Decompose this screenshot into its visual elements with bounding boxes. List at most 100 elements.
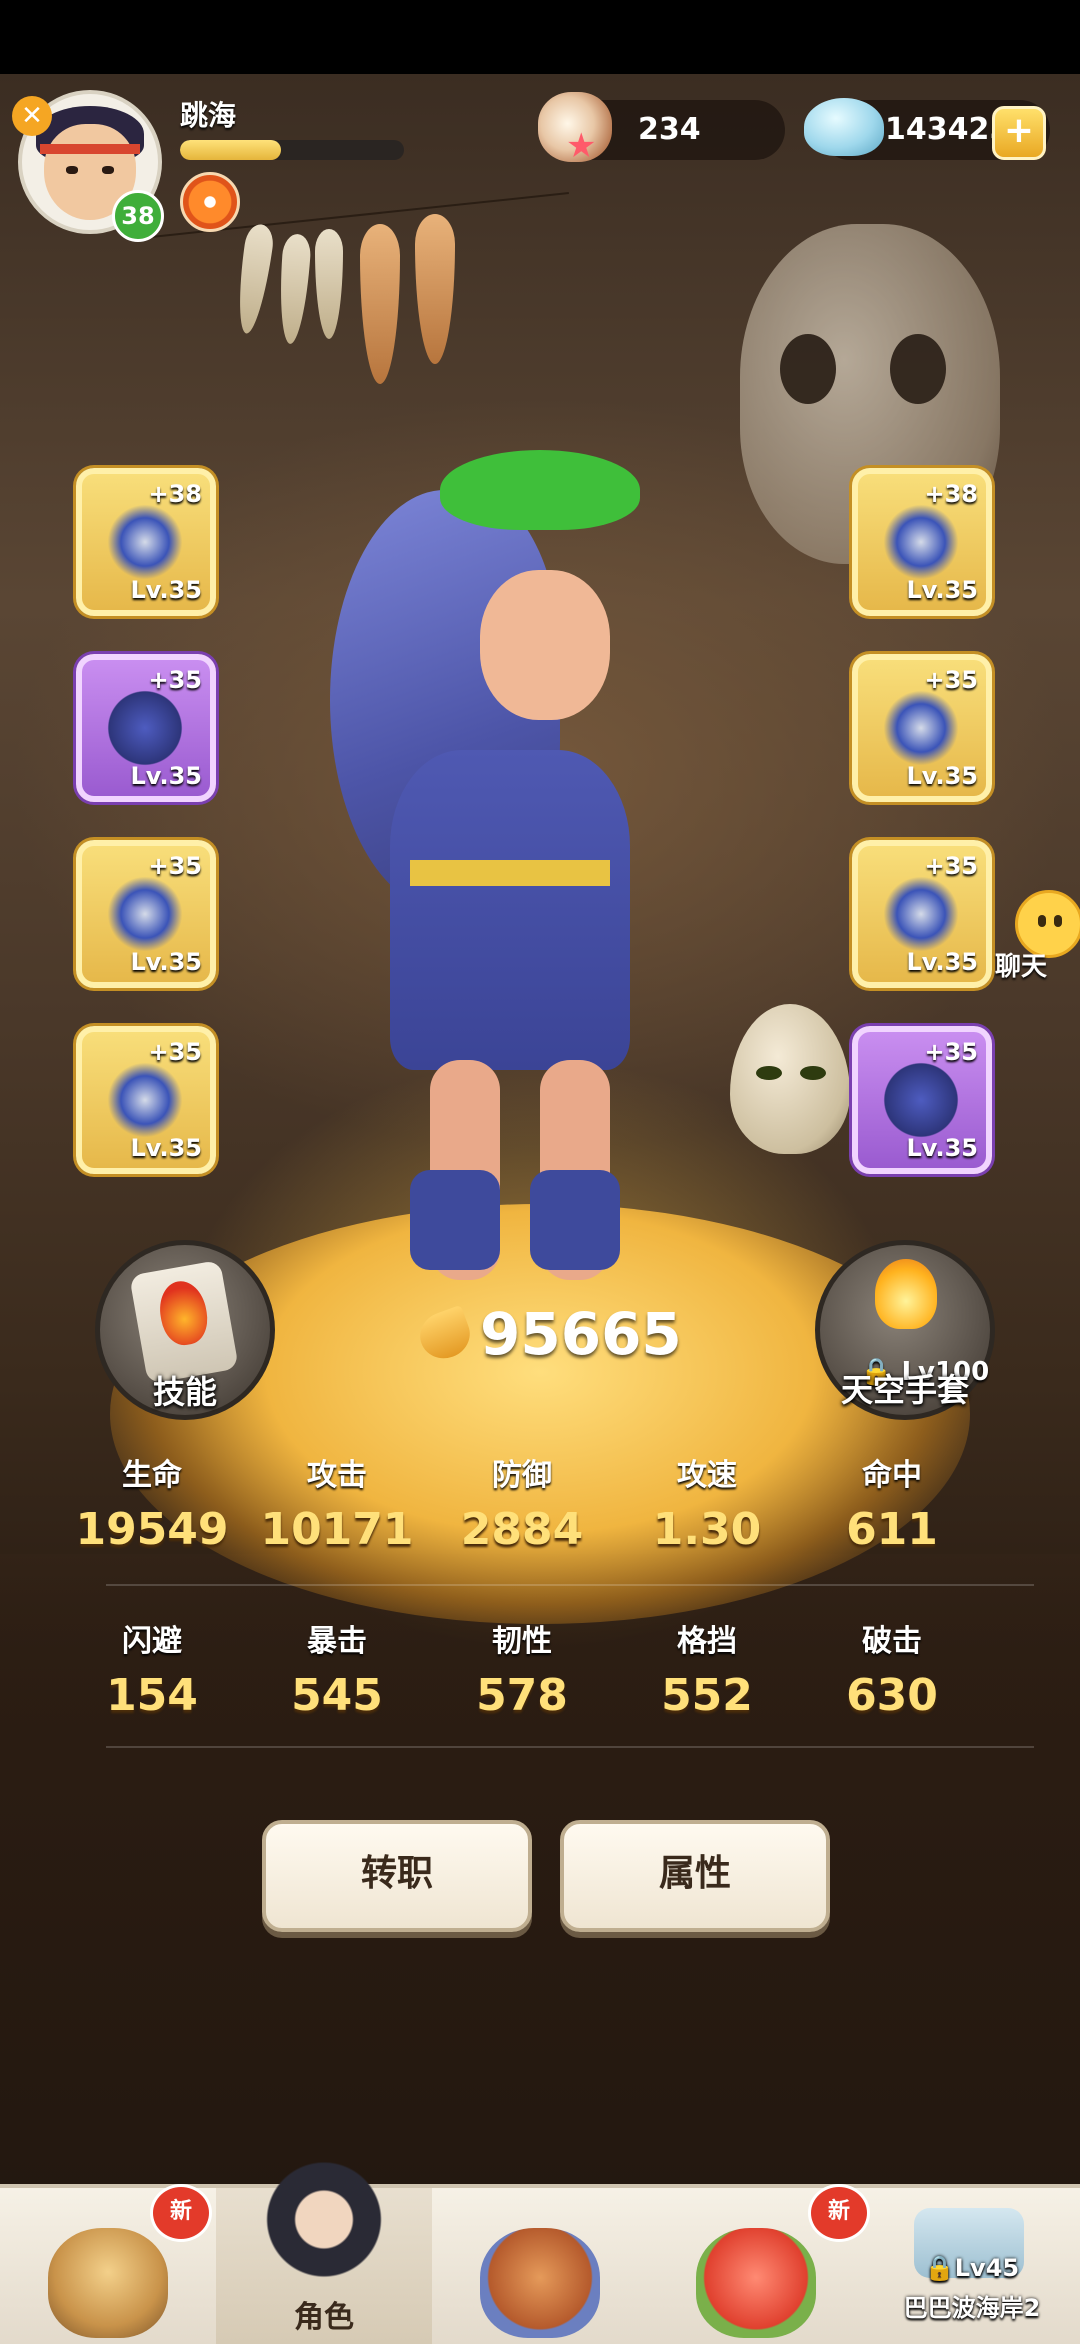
egg-eye [756, 1066, 782, 1080]
stat-label: 格挡 [677, 1624, 737, 1659]
equipment-slot-right-2[interactable]: +35 Lv.35 [852, 654, 992, 802]
leg-guard-icon [876, 874, 966, 954]
chat-label: 聊天 [995, 952, 1048, 982]
nav-locked-label: 巴巴波海岸2 [903, 2294, 1041, 2322]
xp-bar [180, 140, 404, 160]
pearl-currency: ★ 234 [538, 92, 785, 166]
equipment-slot-right-1[interactable]: +38 Lv.35 [852, 468, 992, 616]
hero-character[interactable] [330, 450, 710, 1290]
shell-currency: 143425 + [804, 98, 1050, 160]
hero-mask-icon [264, 2148, 384, 2278]
blue-shell-icon [804, 98, 884, 156]
nav-tab-pet[interactable]: 新 [648, 2184, 870, 2344]
hero-face [480, 570, 610, 720]
starfish-icon: ★ [566, 126, 597, 166]
stat-value: 630 [846, 1670, 938, 1721]
enhance-level: +38 [148, 480, 202, 508]
stat-label: 暴击 [307, 1624, 367, 1659]
skill-emblem-icon [129, 1259, 239, 1385]
stat-value: 552 [661, 1670, 753, 1721]
stat-label: 攻速 [677, 1458, 737, 1493]
skull-eye [890, 334, 946, 404]
avatar-eye [66, 166, 78, 174]
stats-divider [106, 1746, 1034, 1748]
flame-icon [155, 1277, 212, 1349]
stat-label: 闪避 [122, 1624, 182, 1659]
enhance-level: +38 [924, 480, 978, 508]
ring-icon [100, 1060, 190, 1140]
hanging-meat-decor [415, 214, 455, 364]
stat-value: 19549 [75, 1504, 229, 1555]
stat-value: 1.30 [652, 1504, 762, 1555]
attributes-button[interactable]: 属性 [560, 1820, 830, 1932]
stats-divider [106, 1584, 1034, 1586]
buff-icon[interactable] [180, 172, 240, 232]
necklace-icon [876, 1060, 966, 1140]
nav-tab-shop[interactable]: 新 [0, 2184, 216, 2344]
lock-icon: 🔒 [924, 2254, 955, 2282]
stat-item: 命中 611 [800, 1450, 984, 1555]
status-bar [0, 0, 1080, 74]
stat-value: 611 [846, 1504, 938, 1555]
item-level: Lv.35 [906, 948, 979, 976]
stat-label: 防御 [492, 1458, 552, 1493]
equipment-slot-left-2[interactable]: +35 Lv.35 [76, 654, 216, 802]
hanging-tooth-decor [232, 222, 276, 336]
equipment-slot-left-3[interactable]: +35 Lv.35 [76, 840, 216, 988]
nav-lock: 🔒Lv45 [864, 2254, 1080, 2282]
frog-hat [440, 450, 640, 530]
xp-bar-fill [180, 140, 281, 160]
enhance-level: +35 [148, 666, 202, 694]
equipment-slot-left-1[interactable]: +38 Lv.35 [76, 468, 216, 616]
item-level: Lv.35 [130, 948, 203, 976]
sky-glove-button[interactable]: 🔒 Lv100 天空手套 [815, 1240, 995, 1420]
avatar-eye [102, 166, 114, 174]
pearl-shell-icon: ★ [538, 92, 612, 166]
chat-button[interactable]: 聊天 [975, 890, 1080, 990]
hero-dress [390, 750, 630, 1070]
player-name: 跳海 [180, 99, 237, 132]
item-level: Lv.35 [906, 1134, 979, 1162]
chat-emoji-eye [1054, 915, 1062, 927]
skill-button-label: 技能 [152, 1373, 217, 1411]
fur-armor-icon [876, 688, 966, 768]
equipment-slot-right-3[interactable]: +35 Lv.35 [852, 840, 992, 988]
enhance-level: +35 [148, 1038, 202, 1066]
pet-egg-decor [730, 1004, 850, 1154]
stat-item: 攻速 1.30 [615, 1450, 799, 1555]
nav-tab-tribe[interactable] [432, 2188, 648, 2344]
equipment-slot-left-4[interactable]: +35 Lv.35 [76, 1026, 216, 1174]
spear-icon [876, 502, 966, 582]
stat-value: 2884 [460, 1504, 584, 1555]
pearl-amount: 234 [638, 112, 701, 147]
nav-role-label: 角色 [294, 2300, 354, 2335]
nav-tab-adventure-locked[interactable]: 🔒Lv45 巴巴波海岸2 [864, 2188, 1080, 2344]
new-badge: 新 [808, 2184, 870, 2242]
spear-icon [100, 502, 190, 582]
glove-label: 天空手套 [840, 1371, 969, 1409]
stat-value: 154 [106, 1670, 198, 1721]
equipment-slot-right-4[interactable]: +35 Lv.35 [852, 1026, 992, 1174]
egg-eye [800, 1066, 826, 1080]
add-currency-button[interactable]: + [992, 106, 1046, 160]
stat-item: 格挡 552 [615, 1616, 799, 1721]
stat-item: 闪避 154 [60, 1616, 244, 1721]
avatar-headband [40, 144, 140, 154]
stat-label: 攻击 [307, 1458, 367, 1493]
bottom-nav: 新 角色 新 🔒Lv45 巴巴波海岸2 [0, 2148, 1080, 2344]
skull-eye [780, 334, 836, 404]
skill-button[interactable]: 技能 [95, 1240, 275, 1420]
nav-tab-role[interactable]: 角色 [216, 2148, 432, 2344]
hero-boot [410, 1170, 500, 1270]
job-change-button[interactable]: 转职 [262, 1820, 532, 1932]
stat-item: 破击 630 [800, 1616, 984, 1721]
chat-emoji-eye [1038, 915, 1046, 927]
combat-power-value: 95665 [480, 1300, 682, 1368]
wolf-helmet-icon [100, 688, 190, 768]
nav-locked-level: Lv45 [954, 2254, 1020, 2282]
item-level: Lv.35 [130, 762, 203, 790]
stat-item: 防御 2884 [430, 1450, 614, 1555]
hero-boot [530, 1170, 620, 1270]
stat-item: 生命 19549 [60, 1450, 244, 1555]
hanging-meat-decor [360, 224, 400, 384]
